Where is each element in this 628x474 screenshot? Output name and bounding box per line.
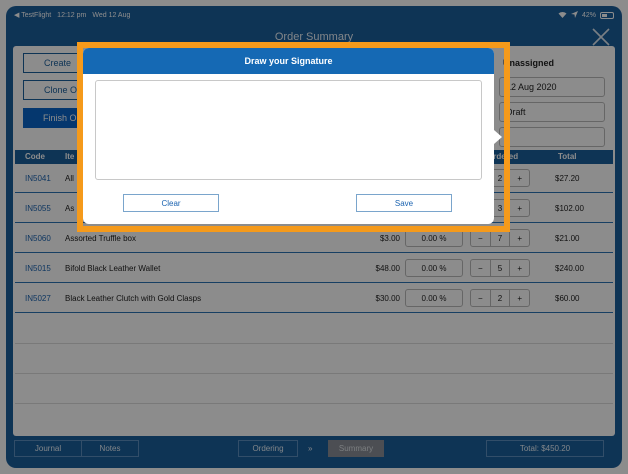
clear-button[interactable]: Clear [123, 194, 219, 212]
signature-dialog: Draw your Signature Clear Save [83, 48, 494, 224]
dialog-title: Draw your Signature [83, 48, 494, 74]
save-button[interactable]: Save [356, 194, 452, 212]
signature-canvas[interactable] [95, 80, 482, 180]
popover-arrow [494, 130, 502, 144]
